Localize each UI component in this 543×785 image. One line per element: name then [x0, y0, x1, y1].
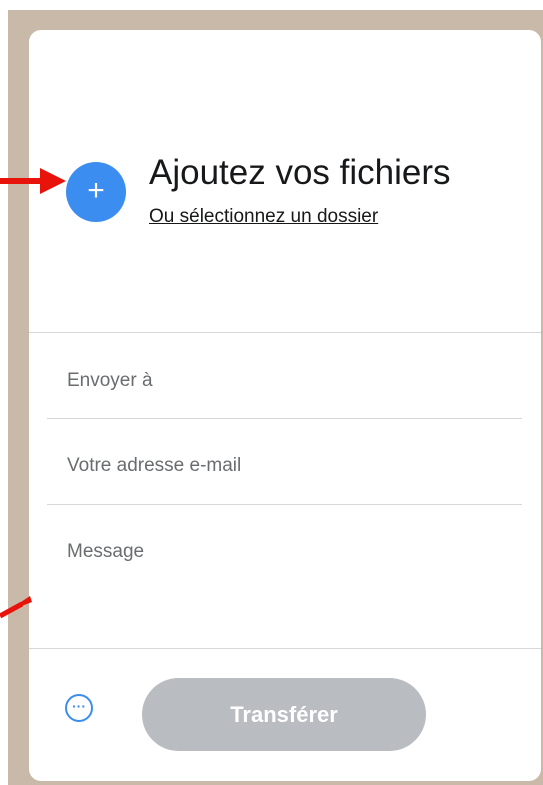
more-options-icon: ···	[72, 698, 86, 714]
add-files-title[interactable]: Ajoutez vos fichiers	[149, 153, 451, 193]
recipient-field[interactable]: Envoyer à	[67, 370, 503, 392]
divider	[29, 648, 541, 649]
field-divider	[47, 418, 522, 419]
transfer-card: + Ajoutez vos fichiers Ou sélectionnez u…	[29, 30, 541, 781]
add-files-button[interactable]: +	[66, 162, 126, 222]
email-field[interactable]: Votre adresse e-mail	[67, 455, 503, 477]
upload-area[interactable]: + Ajoutez vos fichiers Ou sélectionnez u…	[29, 30, 541, 330]
transfer-button[interactable]: Transférer	[142, 678, 426, 751]
divider	[29, 332, 541, 333]
plus-icon: +	[87, 174, 105, 207]
more-options-button[interactable]: ···	[65, 694, 93, 722]
message-field[interactable]: Message	[67, 541, 503, 636]
field-divider	[47, 504, 522, 505]
annotation-arrow-icon	[0, 168, 66, 194]
annotation-arrow-icon	[0, 596, 32, 619]
select-folder-link[interactable]: Ou sélectionnez un dossier	[149, 206, 378, 228]
